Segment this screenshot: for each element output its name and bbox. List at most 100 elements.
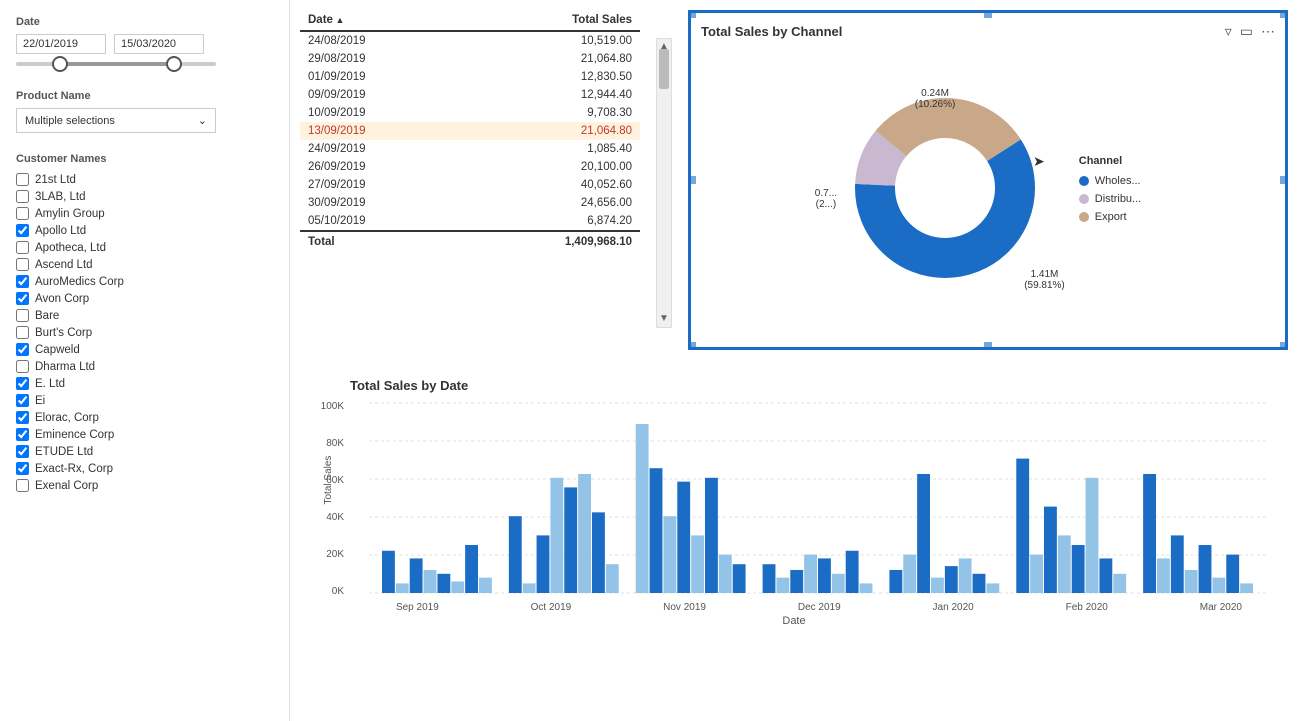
customer-item[interactable]: Eminence Corp	[16, 426, 269, 443]
table-row[interactable]: 24/09/20191,085.40	[300, 140, 640, 158]
bar[interactable]	[1044, 507, 1057, 593]
customer-item[interactable]: Amylin Group	[16, 205, 269, 222]
table-col-sales[interactable]: Total Sales	[460, 10, 640, 31]
bar[interactable]	[1171, 535, 1184, 593]
more-icon[interactable]: ⋯	[1261, 23, 1275, 40]
bar[interactable]	[1016, 459, 1029, 593]
customer-item[interactable]: AuroMedics Corp	[16, 273, 269, 290]
customer-item[interactable]: Apotheca, Ltd	[16, 239, 269, 256]
table-row[interactable]: 13/09/201921,064.80	[300, 122, 640, 140]
date-end-input[interactable]	[114, 34, 204, 54]
customer-checkbox[interactable]	[16, 241, 29, 254]
bar[interactable]	[537, 535, 550, 593]
bar[interactable]	[1030, 555, 1043, 593]
slider-thumb-right[interactable]	[166, 56, 182, 72]
table-row[interactable]: 09/09/201912,944.40	[300, 86, 640, 104]
bar[interactable]	[945, 566, 958, 593]
bar[interactable]	[691, 535, 704, 593]
bar[interactable]	[564, 487, 577, 593]
bar[interactable]	[705, 478, 718, 593]
customer-checkbox[interactable]	[16, 377, 29, 390]
bar[interactable]	[1072, 545, 1085, 593]
scroll-thumb[interactable]	[659, 49, 669, 89]
bar[interactable]	[1226, 555, 1239, 593]
table-row[interactable]: 27/09/201940,052.60	[300, 176, 640, 194]
table-row[interactable]: 30/09/201924,656.00	[300, 194, 640, 212]
bar[interactable]	[636, 424, 649, 593]
bar[interactable]	[465, 545, 478, 593]
customer-checkbox[interactable]	[16, 428, 29, 441]
resize-handle-bottom-left[interactable]	[688, 342, 696, 350]
bar[interactable]	[733, 564, 746, 593]
customer-checkbox[interactable]	[16, 411, 29, 424]
bar[interactable]	[479, 578, 492, 593]
customer-item[interactable]: Apollo Ltd	[16, 222, 269, 239]
bar[interactable]	[410, 558, 423, 593]
bar[interactable]	[931, 578, 944, 593]
bar[interactable]	[1086, 478, 1099, 593]
bar[interactable]	[1099, 558, 1112, 593]
expand-icon[interactable]: ▭	[1240, 23, 1253, 40]
bar[interactable]	[523, 583, 536, 593]
resize-handle-bottom-right[interactable]	[1280, 342, 1288, 350]
bar[interactable]	[1185, 570, 1198, 593]
customer-item[interactable]: Elorac, Corp	[16, 409, 269, 426]
customer-checkbox[interactable]	[16, 173, 29, 186]
bar[interactable]	[790, 570, 803, 593]
date-slider-track[interactable]	[16, 62, 216, 66]
bar[interactable]	[451, 581, 464, 593]
bar[interactable]	[550, 478, 563, 593]
bar[interactable]	[832, 574, 845, 593]
bar[interactable]	[396, 583, 409, 593]
bar[interactable]	[509, 516, 522, 593]
filter-icon[interactable]: ▿	[1225, 23, 1232, 40]
bar[interactable]	[1058, 535, 1071, 593]
customer-item[interactable]: Bare	[16, 307, 269, 324]
bar[interactable]	[860, 583, 873, 593]
customer-item[interactable]: ETUDE Ltd	[16, 443, 269, 460]
table-scrollbar[interactable]: ▲ ▼	[656, 38, 672, 328]
customer-item[interactable]: Ei	[16, 392, 269, 409]
table-row[interactable]: 10/09/20199,708.30	[300, 104, 640, 122]
bar[interactable]	[1199, 545, 1212, 593]
bar[interactable]	[1157, 558, 1170, 593]
customer-checkbox[interactable]	[16, 462, 29, 475]
customer-item[interactable]: E. Ltd	[16, 375, 269, 392]
bar[interactable]	[804, 555, 817, 593]
bar[interactable]	[578, 474, 591, 593]
bar[interactable]	[382, 551, 395, 593]
customer-checkbox[interactable]	[16, 224, 29, 237]
bar[interactable]	[650, 468, 663, 593]
bar[interactable]	[719, 555, 732, 593]
bar[interactable]	[592, 512, 605, 593]
bar[interactable]	[986, 583, 999, 593]
bar[interactable]	[846, 551, 859, 593]
resize-handle-mid-top[interactable]	[984, 10, 992, 18]
table-row[interactable]: 01/09/201912,830.50	[300, 68, 640, 86]
customer-checkbox[interactable]	[16, 275, 29, 288]
customer-item[interactable]: Burt's Corp	[16, 324, 269, 341]
bar[interactable]	[889, 570, 902, 593]
customer-checkbox[interactable]	[16, 394, 29, 407]
bar[interactable]	[1113, 574, 1126, 593]
product-dropdown[interactable]: Multiple selections ⌄	[16, 108, 216, 133]
bar[interactable]	[437, 574, 450, 593]
customer-checkbox[interactable]	[16, 258, 29, 271]
date-start-input[interactable]	[16, 34, 106, 54]
customer-checkbox[interactable]	[16, 309, 29, 322]
customer-item[interactable]: Exenal Corp	[16, 477, 269, 494]
bar[interactable]	[1212, 578, 1225, 593]
customer-checkbox[interactable]	[16, 292, 29, 305]
customer-checkbox[interactable]	[16, 343, 29, 356]
resize-handle-mid-bottom[interactable]	[984, 342, 992, 350]
resize-handle-top-right[interactable]	[1280, 10, 1288, 18]
customer-checkbox[interactable]	[16, 445, 29, 458]
table-row[interactable]: 29/08/201921,064.80	[300, 50, 640, 68]
table-col-date[interactable]: Date	[300, 10, 460, 31]
customer-item[interactable]: Dharma Ltd	[16, 358, 269, 375]
bar[interactable]	[776, 578, 789, 593]
customer-checkbox[interactable]	[16, 360, 29, 373]
bar[interactable]	[973, 574, 986, 593]
table-row[interactable]: 26/09/201920,100.00	[300, 158, 640, 176]
table-row[interactable]: 24/08/201910,519.00	[300, 31, 640, 50]
